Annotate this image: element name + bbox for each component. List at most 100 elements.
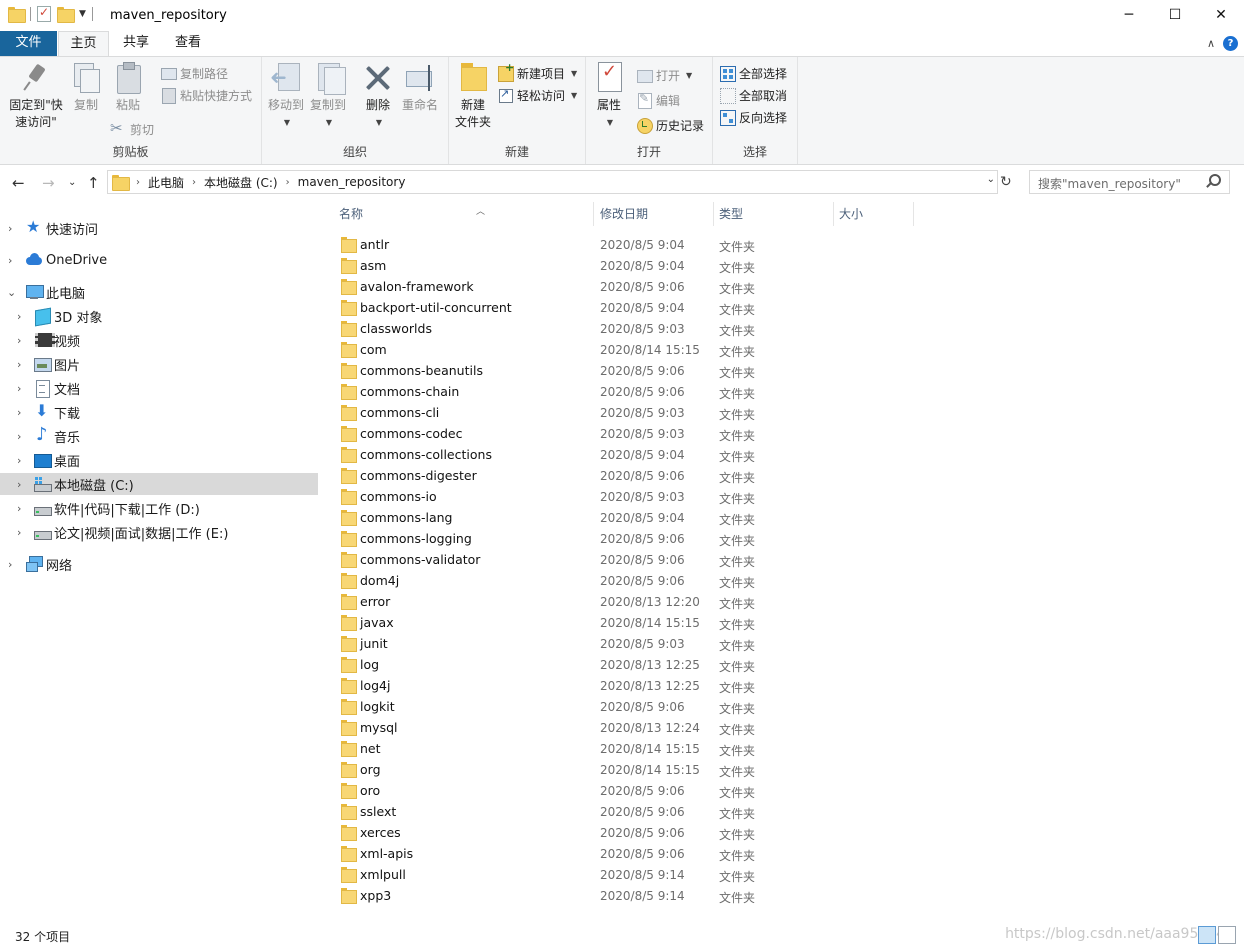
tab-share[interactable]: 共享	[112, 31, 160, 56]
column-header-size[interactable]: 大小	[839, 200, 909, 228]
file-name[interactable]: logkit	[360, 699, 395, 714]
expand-chevron-icon[interactable]: ›	[17, 334, 21, 347]
file-name[interactable]: net	[360, 741, 381, 756]
table-row[interactable]: commons-cli 2020/8/5 9:03 文件夹	[321, 402, 1244, 423]
file-name[interactable]: commons-cli	[360, 405, 439, 420]
delete-button[interactable]: 删除 ▼	[360, 61, 396, 131]
file-name[interactable]: oro	[360, 783, 380, 798]
address-bar[interactable]: › 此电脑 › 本地磁盘 (C:) › maven_repository ⌄	[107, 170, 998, 194]
back-arrow-icon[interactable]: ←	[12, 174, 25, 192]
maximize-button[interactable]: ☐	[1152, 0, 1198, 30]
breadcrumb-local-disk-c[interactable]: 本地磁盘 (C:)	[204, 174, 278, 191]
column-divider[interactable]	[593, 202, 594, 226]
file-name[interactable]: commons-collections	[360, 447, 492, 462]
copy-button[interactable]: 复制	[68, 61, 104, 114]
table-row[interactable]: sslext 2020/8/5 9:06 文件夹	[321, 801, 1244, 822]
table-row[interactable]: oro 2020/8/5 9:06 文件夹	[321, 780, 1244, 801]
edit-button[interactable]: 编辑	[636, 90, 680, 110]
close-button[interactable]: ✕	[1198, 0, 1244, 30]
refresh-icon[interactable]: ↻	[1000, 174, 1012, 190]
table-row[interactable]: log4j 2020/8/13 12:25 文件夹	[321, 675, 1244, 696]
expand-chevron-icon[interactable]: ›	[17, 454, 21, 467]
column-divider[interactable]	[833, 202, 834, 226]
address-history-dropdown-icon[interactable]: ⌄	[987, 174, 995, 185]
expand-chevron-icon[interactable]: ›	[17, 502, 21, 515]
file-name[interactable]: commons-io	[360, 489, 437, 504]
table-row[interactable]: commons-codec 2020/8/5 9:03 文件夹	[321, 423, 1244, 444]
up-arrow-icon[interactable]: ↑	[87, 174, 100, 192]
large-icons-view-icon[interactable]	[1218, 926, 1236, 944]
customize-toolbar-dropdown-icon[interactable]: ▼	[79, 9, 86, 19]
table-row[interactable]: log 2020/8/13 12:25 文件夹	[321, 654, 1244, 675]
file-name[interactable]: xmlpull	[360, 867, 406, 882]
table-row[interactable]: classworlds 2020/8/5 9:03 文件夹	[321, 318, 1244, 339]
column-header-type[interactable]: 类型	[719, 200, 831, 228]
table-row[interactable]: antlr 2020/8/5 9:04 文件夹	[321, 234, 1244, 255]
breadcrumb-chevron-icon[interactable]: ›	[286, 177, 290, 188]
tab-home[interactable]: 主页	[58, 31, 109, 56]
file-name[interactable]: org	[360, 762, 381, 777]
file-name[interactable]: com	[360, 342, 387, 357]
expand-chevron-icon[interactable]: ›	[8, 558, 12, 571]
invert-selection-button[interactable]: 反向选择	[719, 107, 787, 127]
file-name[interactable]: xpp3	[360, 888, 391, 903]
file-name[interactable]: sslext	[360, 804, 396, 819]
properties-button[interactable]: 属性 ▼	[592, 61, 626, 131]
recent-locations-chevron-icon[interactable]: ⌄	[68, 177, 76, 188]
new-folder-quick-icon[interactable]	[57, 7, 75, 23]
open-button[interactable]: 打开 ▼	[636, 65, 692, 85]
cut-button[interactable]: 剪切	[110, 119, 154, 139]
table-row[interactable]: net 2020/8/14 15:15 文件夹	[321, 738, 1244, 759]
nav-desktop[interactable]: › 桌面	[0, 449, 318, 471]
table-row[interactable]: commons-logging 2020/8/5 9:06 文件夹	[321, 528, 1244, 549]
nav-drive-d[interactable]: › 软件|代码|下载|工作 (D:)	[0, 497, 318, 519]
file-name[interactable]: classworlds	[360, 321, 432, 336]
table-row[interactable]: mysql 2020/8/13 12:24 文件夹	[321, 717, 1244, 738]
breadcrumb-maven-repository[interactable]: maven_repository	[298, 175, 406, 189]
file-name[interactable]: log	[360, 657, 379, 672]
file-name[interactable]: commons-codec	[360, 426, 462, 441]
nav-pictures[interactable]: › 图片	[0, 353, 318, 375]
nav-network[interactable]: › 网络	[0, 553, 318, 575]
table-row[interactable]: commons-beanutils 2020/8/5 9:06 文件夹	[321, 360, 1244, 381]
new-item-button[interactable]: 新建项目 ▼	[497, 61, 577, 83]
search-icon[interactable]	[1209, 174, 1221, 186]
table-row[interactable]: commons-chain 2020/8/5 9:06 文件夹	[321, 381, 1244, 402]
tab-file[interactable]: 文件	[0, 31, 57, 56]
file-name[interactable]: junit	[360, 636, 388, 651]
column-header-date[interactable]: 修改日期	[600, 200, 712, 228]
table-row[interactable]: asm 2020/8/5 9:04 文件夹	[321, 255, 1244, 276]
table-row[interactable]: org 2020/8/14 15:15 文件夹	[321, 759, 1244, 780]
file-name[interactable]: commons-logging	[360, 531, 472, 546]
expand-chevron-icon[interactable]: ›	[17, 358, 21, 371]
expand-chevron-icon[interactable]: ›	[8, 254, 12, 267]
expand-chevron-icon[interactable]: ›	[17, 526, 21, 539]
breadcrumb-chevron-icon[interactable]: ›	[136, 177, 140, 188]
easy-access-button[interactable]: 轻松访问 ▼	[497, 85, 577, 105]
file-name[interactable]: xerces	[360, 825, 401, 840]
table-row[interactable]: error 2020/8/13 12:20 文件夹	[321, 591, 1244, 612]
expand-chevron-icon[interactable]: ›	[17, 310, 21, 323]
collapse-chevron-icon[interactable]: ⌄	[7, 286, 16, 299]
table-row[interactable]: dom4j 2020/8/5 9:06 文件夹	[321, 570, 1244, 591]
table-row[interactable]: com 2020/8/14 15:15 文件夹	[321, 339, 1244, 360]
expand-chevron-icon[interactable]: ›	[8, 222, 12, 235]
nav-videos[interactable]: › 视频	[0, 329, 318, 351]
nav-documents[interactable]: › 文档	[0, 377, 318, 399]
nav-onedrive[interactable]: › OneDrive	[0, 249, 318, 271]
nav-3d-objects[interactable]: › 3D 对象	[0, 305, 318, 327]
table-row[interactable]: xmlpull 2020/8/5 9:14 文件夹	[321, 864, 1244, 885]
table-row[interactable]: commons-lang 2020/8/5 9:04 文件夹	[321, 507, 1244, 528]
collapse-ribbon-icon[interactable]: ∧	[1207, 37, 1215, 50]
expand-chevron-icon[interactable]: ›	[17, 478, 21, 491]
nav-music[interactable]: › 音乐	[0, 424, 318, 447]
history-button[interactable]: 历史记录	[636, 115, 704, 135]
column-divider[interactable]	[913, 202, 914, 226]
file-name[interactable]: xml-apis	[360, 846, 413, 861]
paste-shortcut-button[interactable]: 粘贴快捷方式	[160, 85, 252, 105]
nav-quick-access[interactable]: › 快速访问	[0, 217, 318, 239]
nav-this-pc[interactable]: ⌄ 此电脑	[0, 281, 318, 303]
file-name[interactable]: commons-chain	[360, 384, 459, 399]
file-name[interactable]: commons-digester	[360, 468, 477, 483]
file-name[interactable]: mysql	[360, 720, 398, 735]
